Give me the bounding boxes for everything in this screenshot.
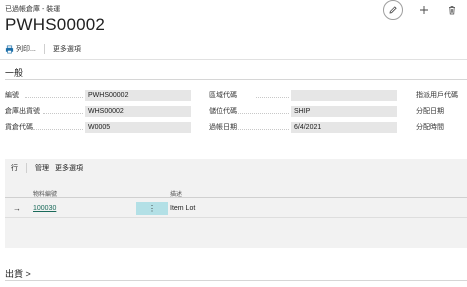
- dots: [238, 113, 289, 114]
- pencil-icon: [389, 6, 397, 14]
- divider: [43, 44, 45, 54]
- print-label: 列印...: [16, 46, 36, 53]
- divider: [0, 59, 467, 60]
- shipment-no-label: 倉庫出貨號: [5, 108, 40, 115]
- more-options-button[interactable]: 更多選項: [53, 44, 81, 54]
- lines-tab[interactable]: 行: [5, 163, 22, 173]
- printer-icon: [5, 45, 14, 53]
- header-actions: [383, 0, 459, 20]
- no-label: 編號: [5, 92, 19, 99]
- more-options-label: 更多選項: [52, 46, 81, 53]
- dots: [238, 129, 289, 130]
- assigned-user-label: 指派用戶代碼: [416, 92, 458, 99]
- edit-button[interactable]: [383, 0, 403, 20]
- delete-button[interactable]: [445, 3, 459, 17]
- divider: [5, 280, 467, 281]
- assignment-date-label: 分配日期: [416, 108, 444, 115]
- row-selector-arrow-icon[interactable]: →: [13, 204, 21, 213]
- trash-icon: [449, 6, 455, 15]
- divider: [5, 79, 467, 80]
- posting-date-label: 過帳日期: [209, 124, 237, 131]
- action-bar: 列印... 更多選項: [0, 41, 467, 57]
- dots: [256, 97, 289, 98]
- lines-panel: 行 管理 更多選項 物料編號 描述 → 100030 ⋮ Item Lot: [5, 159, 467, 248]
- shipping-section-title[interactable]: 出貨 >: [5, 267, 31, 280]
- row-menu-button[interactable]: ⋮: [136, 202, 168, 215]
- bin-field[interactable]: SHIP: [291, 106, 397, 117]
- new-button[interactable]: [417, 3, 431, 17]
- shipment-no-field[interactable]: WHS00002: [85, 106, 191, 117]
- zone-field[interactable]: [291, 90, 397, 101]
- divider: [5, 197, 467, 198]
- description-cell[interactable]: Item Lot: [170, 205, 195, 212]
- dots: [43, 113, 83, 114]
- general-section-title[interactable]: 一般: [5, 66, 23, 79]
- divider: [5, 217, 467, 218]
- divider: [26, 163, 27, 173]
- page-title: PWHS00002: [5, 15, 106, 34]
- lines-toolbar: 行 管理 更多選項: [5, 159, 87, 177]
- posting-date-field[interactable]: 6/4/2021: [291, 122, 397, 133]
- dots: [33, 129, 83, 130]
- dots: [25, 97, 83, 98]
- print-button[interactable]: 列印...: [0, 44, 36, 54]
- zone-label: 區域代碼: [209, 92, 237, 99]
- item-no-link[interactable]: 100030: [33, 205, 56, 212]
- assignment-time-label: 分配時間: [416, 124, 444, 131]
- bin-label: 儲位代碼: [209, 108, 237, 115]
- plus-icon: [420, 6, 428, 14]
- no-field[interactable]: PWHS00002: [85, 90, 191, 101]
- breadcrumb: 已過帳倉庫 - 裝運: [5, 6, 61, 13]
- location-label: 貨倉代碼: [5, 124, 33, 131]
- lines-more-options-button[interactable]: 更多選項: [53, 163, 87, 173]
- manage-button[interactable]: 管理: [31, 163, 53, 173]
- location-field[interactable]: W0005: [85, 122, 191, 133]
